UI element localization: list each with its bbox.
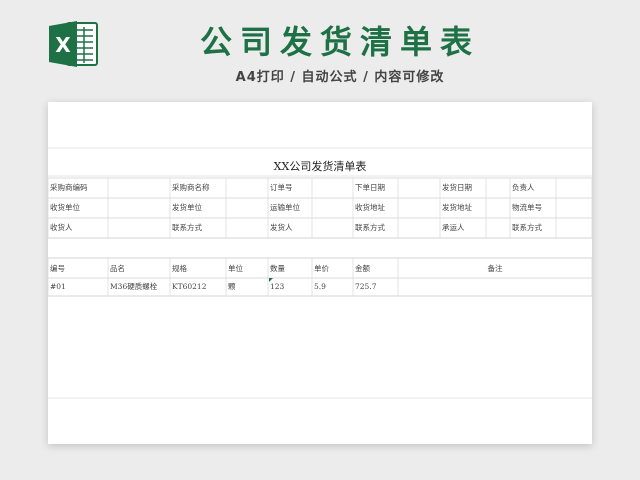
info-label[interactable]: 采购商编码 xyxy=(50,183,106,193)
table-cell[interactable]: 725.7 xyxy=(355,282,396,292)
banner-subtitle: A4打印 / 自动公式 / 内容可修改 xyxy=(235,70,445,85)
excel-icon: X xyxy=(47,18,101,70)
info-label[interactable]: 发货人 xyxy=(270,223,310,233)
info-label[interactable]: 下单日期 xyxy=(355,183,396,193)
table-cell[interactable]: 5.9 xyxy=(314,282,351,292)
info-label[interactable]: 承运人 xyxy=(442,223,484,233)
info-label[interactable]: 联系方式 xyxy=(355,223,396,233)
info-label[interactable]: 物流单号 xyxy=(512,203,554,213)
info-label[interactable]: 订单号 xyxy=(270,183,310,193)
info-label[interactable]: 发货单位 xyxy=(172,203,224,213)
column-header[interactable]: 备注 xyxy=(400,264,590,274)
info-label[interactable]: 发货地址 xyxy=(442,203,484,213)
banner-title: 公司发货清单表 xyxy=(199,23,480,61)
column-header[interactable]: 编号 xyxy=(50,264,106,274)
info-label[interactable]: 收货人 xyxy=(50,223,106,233)
excel-logo-letter: X xyxy=(55,33,71,57)
table-cell[interactable]: 颗 xyxy=(228,282,266,292)
table-cell[interactable]: 123 xyxy=(270,282,310,292)
table-cell[interactable]: KT60212 xyxy=(172,282,224,292)
table-cell[interactable]: #01 xyxy=(50,282,106,292)
document-title: XX公司发货清单表 xyxy=(273,160,367,173)
column-header[interactable]: 规格 xyxy=(172,264,224,274)
column-header[interactable]: 数量 xyxy=(270,264,310,274)
column-header[interactable]: 品名 xyxy=(110,264,168,274)
info-label[interactable]: 负责人 xyxy=(512,183,554,193)
spreadsheet-page: XX公司发货清单表 采购商编码 采购商名称 订单号 下单日期 发货日期 负责人 收货单位 发货… xyxy=(48,102,592,444)
column-header[interactable]: 单价 xyxy=(314,264,351,274)
table-cell[interactable]: M36硬质螺栓 xyxy=(110,282,168,292)
info-label[interactable]: 联系方式 xyxy=(172,223,224,233)
column-header[interactable]: 单位 xyxy=(228,264,266,274)
info-label[interactable]: 采购商名称 xyxy=(172,183,224,193)
column-header[interactable]: 金额 xyxy=(355,264,396,274)
info-label[interactable]: 发货日期 xyxy=(442,183,484,193)
info-label[interactable]: 联系方式 xyxy=(512,223,554,233)
info-label[interactable]: 收货单位 xyxy=(50,203,106,213)
info-label[interactable]: 收货地址 xyxy=(355,203,396,213)
cell-comment-marker xyxy=(269,278,273,282)
info-label[interactable]: 运输单位 xyxy=(270,203,310,213)
